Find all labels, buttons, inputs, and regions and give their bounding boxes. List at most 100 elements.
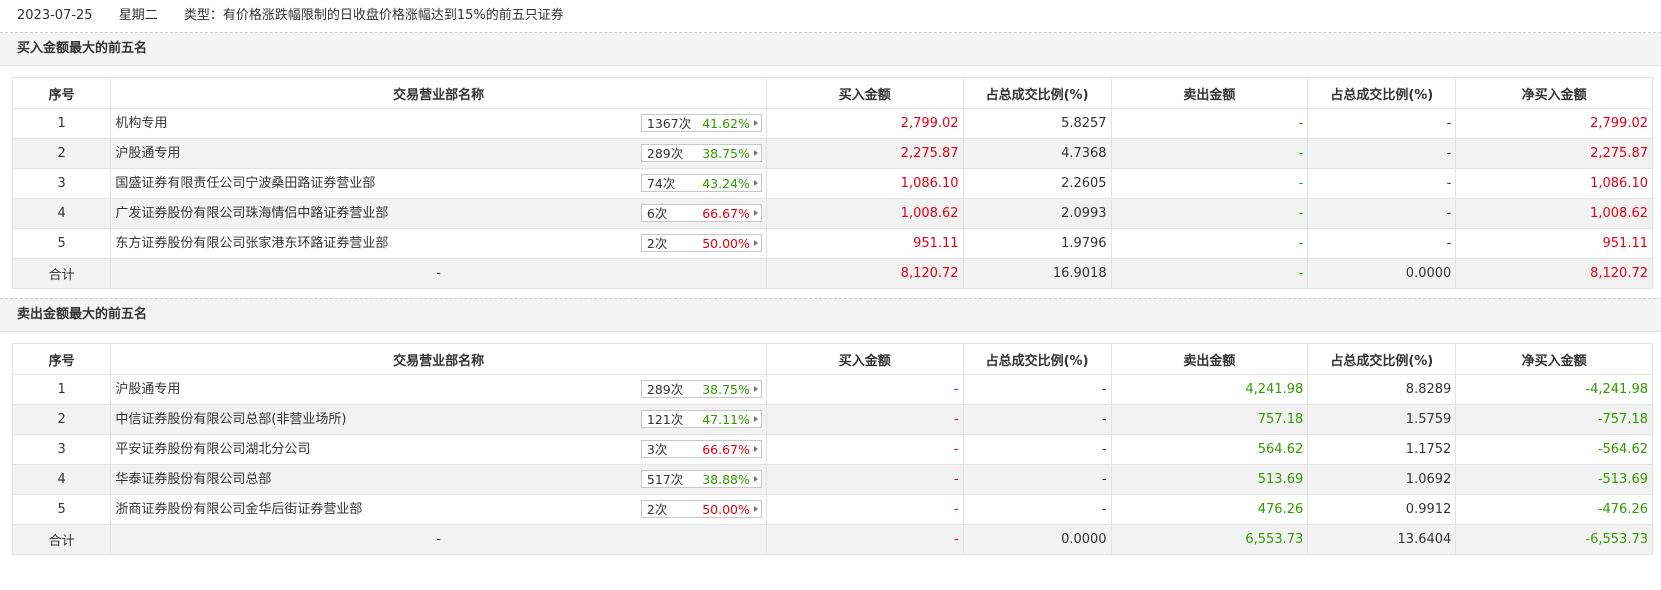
buy-amount: 1,086.10: [765, 168, 964, 199]
branch-win-rate: 50.00%: [702, 502, 750, 517]
branch-win-rate: 66.67%: [702, 206, 750, 221]
total-sell: -: [1110, 258, 1309, 289]
buy-ratio: 1.9796: [962, 228, 1112, 259]
caret-right-icon: [753, 386, 758, 392]
col-header-no: 序号: [11, 343, 112, 375]
buy-amount: 2,275.87: [765, 138, 964, 169]
branch-cell-wrap: 国盛证券有限责任公司宁波桑田路证券营业部 74次 43.24%: [115, 170, 762, 198]
branch-stats-button[interactable]: 517次 38.88%: [640, 470, 762, 488]
branch-cell-wrap: 沪股通专用 289次 38.75%: [115, 376, 762, 404]
branch-cell: 机构专用 1367次 41.62%: [110, 108, 767, 139]
branch-cell-wrap: 东方证券股份有限公司张家港东环路证券营业部 2次 50.00%: [115, 230, 762, 258]
col-header-buy: 买入金额: [765, 77, 964, 109]
branch-cell: 广发证券股份有限公司珠海情侣中路证券营业部 6次 66.67%: [110, 198, 767, 229]
header-bar: 2023-07-25 星期二 类型：有价格涨跌幅限制的日收盘价格涨幅达到15%的…: [0, 0, 1661, 32]
buy-amount: -: [765, 464, 964, 495]
col-header-branch: 交易营业部名称: [110, 343, 767, 375]
branch-name: 华泰证券股份有限公司总部: [115, 472, 272, 487]
caret-right-icon: [753, 150, 758, 156]
branch-stats-button[interactable]: 3次 66.67%: [640, 440, 762, 458]
branch-listing-count: 517次: [646, 472, 684, 487]
buy-ratio: 2.2605: [962, 168, 1112, 199]
sell-amount: 564.62: [1110, 434, 1309, 465]
branch-stats-button[interactable]: 289次 38.75%: [640, 144, 762, 162]
sell-ratio: 1.5759: [1307, 404, 1457, 435]
branch-cell-wrap: 沪股通专用 289次 38.75%: [115, 140, 762, 168]
buy-amount: 951.11: [765, 228, 964, 259]
branch-listing-count: 6次: [646, 206, 668, 221]
sell-ratio: -: [1307, 138, 1457, 169]
branch-stats-button[interactable]: 6次 66.67%: [640, 204, 762, 222]
sell-amount: -: [1110, 138, 1309, 169]
branch-name: 国盛证券有限责任公司宁波桑田路证券营业部: [115, 176, 376, 191]
sell-amount: -: [1110, 198, 1309, 229]
branch-listing-count: 289次: [646, 146, 684, 161]
net-buy-amount: 1,008.62: [1455, 198, 1653, 229]
branch-name: 广发证券股份有限公司珠海情侣中路证券营业部: [115, 206, 389, 221]
sell-ratio: 0.9912: [1307, 494, 1457, 525]
sell-amount: 757.18: [1110, 404, 1309, 435]
caret-right-icon: [753, 120, 758, 126]
caret-right-icon: [753, 476, 758, 482]
branch-stats-button[interactable]: 121次 47.11%: [640, 410, 762, 428]
total-sell: 6,553.73: [1110, 524, 1309, 555]
branch-stats-button[interactable]: 74次 43.24%: [640, 174, 762, 192]
branch-listing-count: 3次: [646, 442, 668, 457]
total-branch: -: [110, 524, 767, 555]
buy-amount: 2,799.02: [765, 108, 964, 139]
buy-amount: -: [765, 434, 964, 465]
row-number: 1: [11, 374, 112, 405]
sell-amount: 476.26: [1110, 494, 1309, 525]
col-header-branch: 交易营业部名称: [110, 77, 767, 109]
branch-cell-wrap: 平安证券股份有限公司湖北分公司 3次 66.67%: [115, 436, 762, 464]
col-header-net: 净买入金额: [1455, 77, 1653, 109]
net-buy-amount: -4,241.98: [1455, 374, 1653, 405]
net-buy-amount: -476.26: [1455, 494, 1653, 525]
branch-name: 东方证券股份有限公司张家港东环路证券营业部: [115, 236, 389, 251]
branch-cell: 沪股通专用 289次 38.75%: [110, 374, 767, 405]
row-number: 3: [11, 168, 112, 199]
total-net: 8,120.72: [1455, 258, 1653, 289]
table-row: 5 东方证券股份有限公司张家港东环路证券营业部 2次 50.00% 951.11 1.97…: [11, 228, 1653, 259]
row-number: 3: [11, 434, 112, 465]
sell-amount: 4,241.98: [1110, 374, 1309, 405]
buy-amount: -: [765, 404, 964, 435]
total-buy-ratio: 16.9018: [962, 258, 1112, 289]
buy-amount: -: [765, 374, 964, 405]
net-buy-amount: 2,799.02: [1455, 108, 1653, 139]
branch-win-rate: 47.11%: [702, 412, 750, 427]
sell-table-body: 1 沪股通专用 289次 38.75% - -4,241.98 8.8289 -4,241.9…: [11, 374, 1653, 555]
net-buy-amount: -564.62: [1455, 434, 1653, 465]
net-buy-amount: 951.11: [1455, 228, 1653, 259]
branch-cell: 国盛证券有限责任公司宁波桑田路证券营业部 74次 43.24%: [110, 168, 767, 199]
buy-table-body: 1 机构专用 1367次 41.62% 2,799.02 5.8257- -2,799.02…: [11, 108, 1653, 289]
sell-ratio: -: [1307, 198, 1457, 229]
table-row: 1 机构专用 1367次 41.62% 2,799.02 5.8257- -2,799.02: [11, 108, 1653, 139]
total-buy: 8,120.72: [765, 258, 964, 289]
branch-listing-count: 289次: [646, 382, 684, 397]
buy-amount: 1,008.62: [765, 198, 964, 229]
row-number: 4: [11, 198, 112, 229]
sell-ratio: -: [1307, 108, 1457, 139]
total-row: 合计 - -0.0000 6,553.73 13.6404 -6,553.73: [11, 524, 1653, 555]
buy-ratio: -: [962, 464, 1112, 495]
branch-stats-button[interactable]: 289次 38.75%: [640, 380, 762, 398]
branch-stats-button[interactable]: 1367次 41.62%: [640, 114, 762, 132]
table-row: 5 浙商证券股份有限公司金华后街证券营业部 2次 50.00% - -476.26 0.99…: [11, 494, 1653, 525]
col-header-buy: 买入金额: [765, 343, 964, 375]
col-header-sell-ratio: 占总成交比例(%): [1307, 343, 1457, 375]
sell-ratio: 1.1752: [1307, 434, 1457, 465]
col-header-sell: 卖出金额: [1110, 343, 1309, 375]
branch-win-rate: 66.67%: [702, 442, 750, 457]
sell-ratio: -: [1307, 228, 1457, 259]
branch-stats-button[interactable]: 2次 50.00%: [640, 234, 762, 252]
row-number: 4: [11, 464, 112, 495]
branch-cell-wrap: 中信证券股份有限公司总部(非营业场所) 121次 47.11%: [115, 406, 762, 434]
caret-right-icon: [753, 416, 758, 422]
caret-right-icon: [753, 180, 758, 186]
buy-ratio: -: [962, 374, 1112, 405]
branch-listing-count: 74次: [646, 176, 676, 191]
branch-stats-button[interactable]: 2次 50.00%: [640, 500, 762, 518]
total-buy: -: [765, 524, 964, 555]
branch-cell: 华泰证券股份有限公司总部 517次 38.88%: [110, 464, 767, 495]
